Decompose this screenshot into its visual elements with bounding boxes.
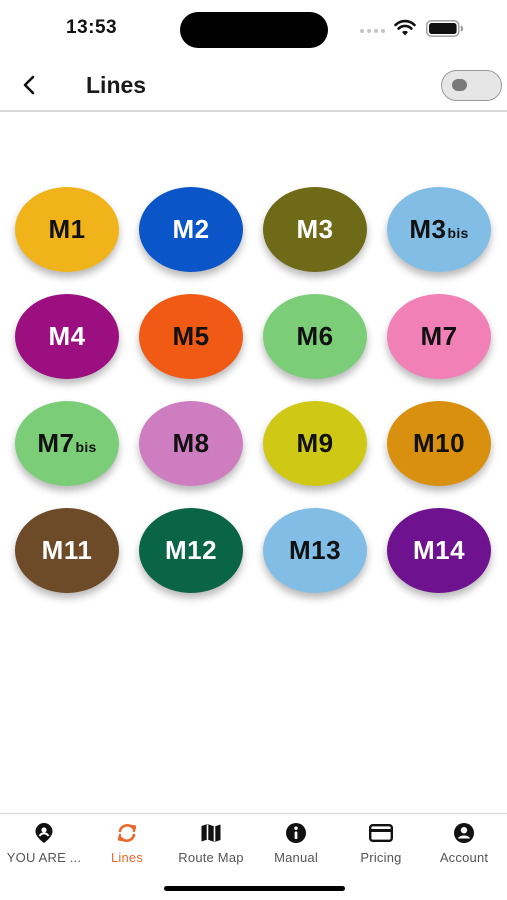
line-code-label: M3 — [296, 214, 334, 244]
line-code-label: M6 — [296, 321, 334, 351]
line-button-m3bis[interactable]: M3 bis — [387, 187, 491, 272]
line-code: M13 — [289, 535, 341, 566]
line-code: M14 — [413, 535, 465, 566]
line-code-label: M2 — [172, 214, 210, 244]
line-button-m7bis[interactable]: M7 bis — [15, 401, 119, 486]
line-code: M11 — [42, 535, 93, 566]
line-code-label: M7 — [420, 321, 458, 351]
tab-label: YOU ARE ... — [6, 850, 82, 865]
line-button-m14[interactable]: M14 — [387, 508, 491, 593]
tab-label: Account — [439, 850, 489, 865]
lines-grid: M1 M2 M3 M3 bis M4 M5 M6 M7 M7 bis M8 M9 M10 M11 M12 M13… — [15, 187, 495, 593]
line-code: M7 — [420, 321, 457, 352]
line-code-label: M7 — [37, 428, 75, 458]
line-code-label: M5 — [172, 321, 210, 351]
line-code-label: M1 — [48, 214, 86, 244]
tab-account[interactable]: Account — [422, 822, 506, 868]
tab-label: Lines — [110, 850, 144, 865]
line-code-label: M8 — [172, 428, 210, 458]
toggle-knob — [452, 79, 467, 91]
line-code-label: M14 — [412, 535, 466, 565]
tab-route-map[interactable]: Route Map — [169, 822, 253, 868]
line-button-m4[interactable]: M4 — [15, 294, 119, 379]
line-code-label: M12 — [164, 535, 218, 565]
line-code-label: M4 — [48, 321, 86, 351]
credit-card-icon — [369, 822, 393, 844]
tab-label: Pricing — [360, 850, 402, 865]
line-button-m10[interactable]: M10 — [387, 401, 491, 486]
line-code: M12 — [165, 535, 217, 566]
dynamic-island — [180, 12, 328, 48]
line-code-suffix: bis — [75, 439, 97, 455]
line-button-m12[interactable]: M12 — [139, 508, 243, 593]
line-button-m5[interactable]: M5 — [139, 294, 243, 379]
refresh-icon — [115, 822, 139, 844]
app-header: Lines — [0, 58, 507, 112]
line-code: M1 — [48, 214, 85, 245]
line-button-m3[interactable]: M3 — [263, 187, 367, 272]
line-button-m6[interactable]: M6 — [263, 294, 367, 379]
line-button-m1[interactable]: M1 — [15, 187, 119, 272]
line-code: M6 — [296, 321, 333, 352]
line-code: M10 — [413, 428, 465, 459]
theme-toggle-switch[interactable] — [441, 70, 502, 101]
status-time: 13:53 — [66, 17, 118, 38]
line-button-m11[interactable]: M11 — [15, 508, 119, 593]
line-code-suffix: bis — [447, 225, 469, 241]
tab-label: Route Map — [178, 850, 244, 865]
tab-you-are[interactable]: YOU ARE ... — [2, 822, 86, 868]
line-code: M8 — [172, 428, 209, 459]
account-icon — [452, 822, 476, 844]
line-code-label: M13 — [288, 535, 342, 565]
status-bar: 13:53 — [0, 0, 507, 58]
line-button-m8[interactable]: M8 — [139, 401, 243, 486]
wifi-icon — [394, 19, 416, 36]
line-code: M7 bis — [37, 428, 96, 459]
line-code: M4 — [48, 321, 85, 352]
line-code: M3 bis — [409, 214, 468, 245]
line-button-m7[interactable]: M7 — [387, 294, 491, 379]
line-code: M2 — [172, 214, 209, 245]
page-title: Lines — [86, 72, 147, 98]
line-code-label: M11 — [41, 535, 93, 565]
map-icon — [199, 822, 223, 844]
line-code: M3 — [296, 214, 333, 245]
tab-label: Manual — [274, 850, 318, 865]
line-code-label: M3 — [409, 214, 447, 244]
line-button-m2[interactable]: M2 — [139, 187, 243, 272]
home-indicator — [164, 886, 345, 891]
chevron-left-icon — [23, 75, 35, 95]
tab-pricing[interactable]: Pricing — [339, 822, 423, 868]
tab-manual[interactable]: Manual — [254, 822, 338, 868]
back-button[interactable] — [14, 70, 44, 100]
location-pin-icon — [32, 822, 56, 844]
line-code-label: M10 — [412, 428, 466, 458]
line-code: M5 — [172, 321, 209, 352]
battery-icon — [426, 20, 464, 37]
line-button-m13[interactable]: M13 — [263, 508, 367, 593]
info-icon — [284, 822, 308, 844]
line-code: M9 — [296, 428, 333, 459]
line-code-label: M9 — [296, 428, 334, 458]
cellular-signal-icon — [360, 29, 385, 33]
line-button-m9[interactable]: M9 — [263, 401, 367, 486]
tab-lines[interactable]: Lines — [85, 822, 169, 868]
